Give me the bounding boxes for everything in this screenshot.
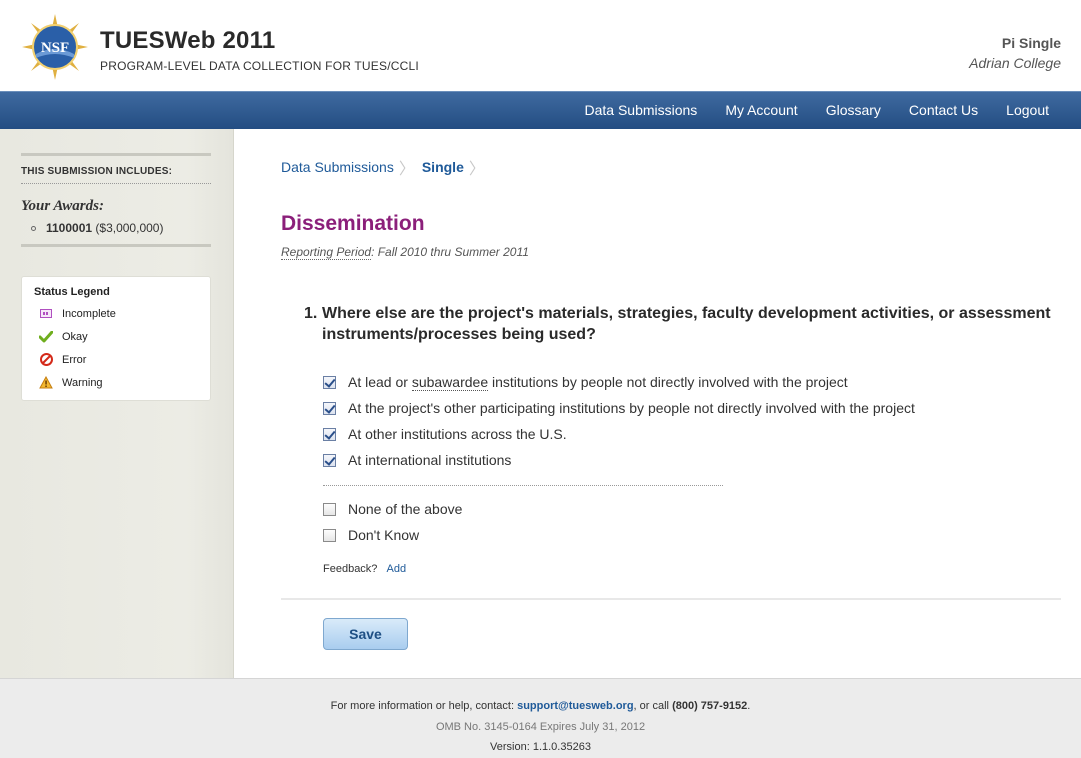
checkbox-checked[interactable] [323,375,336,389]
nsf-logo[interactable]: NSF [22,14,88,80]
app-subtitle: PROGRAM-LEVEL DATA COLLECTION FOR TUES/C… [100,59,419,73]
status-legend: Status Legend Incomplete Okay Error Warn… [21,276,211,401]
feedback-row: Feedback? Add [323,563,406,575]
footer-contact: For more information or help, contact: s… [330,700,751,712]
feedback-add-link[interactable]: Add [387,563,407,575]
option-label: Don't Know [348,527,420,543]
support-email-link[interactable]: support@tuesweb.org [517,700,633,712]
top-navigation: Data Submissions My Account Glossary Con… [0,91,1081,129]
support-phone: (800) 757-9152 [672,700,748,712]
glossary-term-subawardee[interactable]: subawardee [411,374,489,391]
user-organization: Adrian College [969,55,1061,71]
save-button[interactable]: Save [323,618,408,650]
legend-label: Incomplete [62,307,116,320]
reporting-period-value: : Fall 2010 thru Summer 2011 [371,245,529,259]
feedback-label: Feedback? [323,563,378,575]
breadcrumb: Data Submissions 〉 Single 〉 [281,155,492,179]
omb-notice: OMB No. 3145-0164 Expires July 31, 2012 [435,721,646,733]
form-divider [281,598,1061,600]
option-international-institutions[interactable]: At international institutions [323,447,915,473]
option-dont-know[interactable]: Don't Know [323,522,915,548]
legend-item-incomplete: Incomplete [34,302,198,325]
legend-label: Error [62,353,87,366]
status-legend-title: Status Legend [34,286,110,298]
option-label: At international institutions [348,452,512,468]
options-divider [323,485,723,486]
legend-item-error: Error [34,348,198,371]
bullet-icon [31,226,36,232]
option-label: At the project's other participating ins… [348,400,915,416]
header: NSF TUESWeb 2011 PROGRAM-LEVEL DATA COLL… [0,0,1081,91]
breadcrumb-data-submissions[interactable]: Data Submissions [281,159,394,175]
app-title: TUESWeb 2011 [100,27,276,54]
checkbox-unchecked[interactable] [323,502,336,516]
legend-label: Okay [62,330,88,343]
breadcrumb-single[interactable]: Single [422,159,464,175]
chevron-right-icon: 〉 [398,161,415,178]
submission-includes-heading: THIS SUBMISSION INCLUDES: [21,156,211,184]
sidebar: THIS SUBMISSION INCLUDES: Your Awards: 1… [0,129,234,678]
nav-contact-us[interactable]: Contact Us [895,92,992,130]
nav-data-submissions[interactable]: Data Submissions [570,92,711,130]
legend-label: Warning [62,376,103,389]
option-label: At other institutions across the U.S. [348,426,567,442]
logo-text: NSF [41,40,69,56]
page-title: Dissemination [281,212,425,235]
warning-icon [39,376,53,390]
nav-glossary[interactable]: Glossary [812,92,895,130]
check-icon [39,330,53,344]
option-none-of-the-above[interactable]: None of the above [323,496,915,522]
question-number: 1. [304,305,318,322]
option-other-us-institutions[interactable]: At other institutions across the U.S. [323,421,915,447]
option-lead-institutions[interactable]: At lead or subawardee institutions by pe… [323,369,915,395]
panel-divider [21,244,211,247]
option-label: None of the above [348,501,463,517]
checkbox-checked[interactable] [323,427,336,441]
answer-options: At lead or subawardee institutions by pe… [323,369,915,548]
nav-my-account[interactable]: My Account [711,92,811,130]
incomplete-icon [39,307,53,321]
checkbox-unchecked[interactable] [323,528,336,542]
checkbox-checked[interactable] [323,453,336,467]
nav-logout[interactable]: Logout [992,92,1063,130]
question-1: 1. Where else are the project's material… [304,303,1054,345]
chevron-right-icon: 〉 [468,161,485,178]
option-label: At lead or subawardee institutions by pe… [348,374,848,391]
main-content: Data Submissions 〉 Single 〉 Disseminatio… [234,129,1081,678]
user-name: Pi Single [1001,35,1061,51]
reporting-period: Reporting Period: Fall 2010 thru Summer … [281,245,529,260]
footer: For more information or help, contact: s… [0,678,1081,758]
submission-includes-panel: THIS SUBMISSION INCLUDES: Your Awards: 1… [21,153,211,247]
error-icon [39,353,53,367]
award-id: 1100001 [46,221,93,235]
question-text: Where else are the project's materials, … [322,305,1051,343]
legend-item-warning: Warning [34,371,198,394]
option-participating-institutions[interactable]: At the project's other participating ins… [323,395,915,421]
award-amount: ($3,000,000) [95,221,164,235]
legend-item-okay: Okay [34,325,198,348]
awards-label: Your Awards: [21,198,104,214]
checkbox-checked[interactable] [323,401,336,415]
reporting-period-label[interactable]: Reporting Period [281,245,372,260]
award-item: 1100001 ($3,000,000) [21,221,211,235]
version-info: Version: 1.1.0.35263 [490,741,591,753]
